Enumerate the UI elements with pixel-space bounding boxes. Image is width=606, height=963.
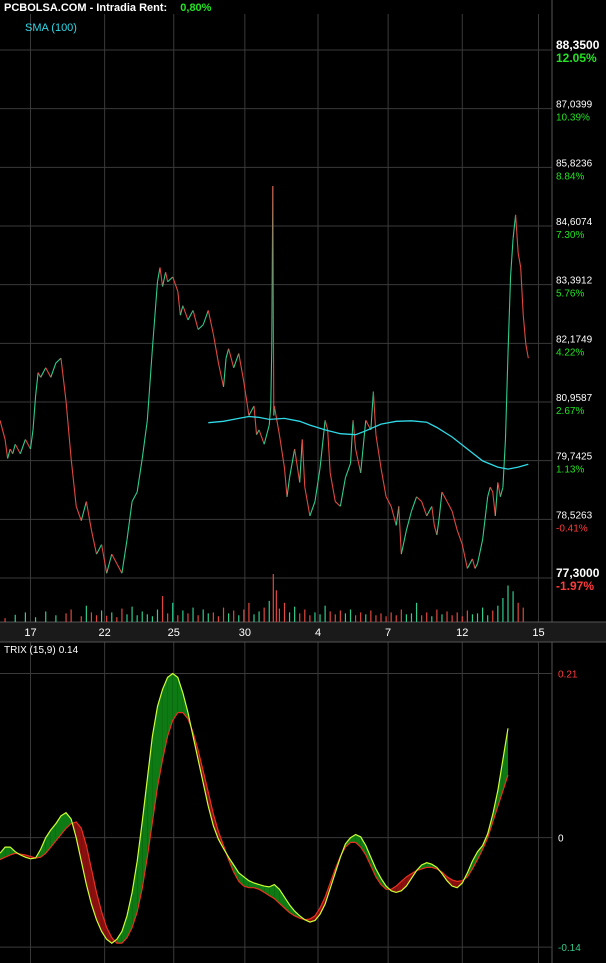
x-tick-label: 30 xyxy=(239,627,251,639)
percent-axis-label: 8.84% xyxy=(556,171,584,182)
percent-axis-label: 5.76% xyxy=(556,289,584,300)
chart-background xyxy=(0,0,606,963)
x-tick-label: 17 xyxy=(24,627,36,639)
sma-legend: SMA (100) xyxy=(25,22,77,34)
mode-label: Intradia xyxy=(96,2,137,14)
percent-axis-label: -1.97% xyxy=(556,579,594,593)
price-axis-label: 85,8236 xyxy=(556,158,593,169)
trix-name: TRIX (15,9) xyxy=(4,645,56,656)
percent-axis-label: 4.22% xyxy=(556,347,584,358)
x-tick-label: 15 xyxy=(532,627,544,639)
trix-axis-label: 0.21 xyxy=(558,670,578,681)
rent-label: Rent: xyxy=(139,2,168,14)
trix-legend: TRIX (15,9) 0.14 xyxy=(4,645,78,656)
price-axis-label: 78,5263 xyxy=(556,510,593,521)
chart-canvas: 17 22 25 30 4 7 12 15 88,350012.05% 87,0399 10.39%… xyxy=(0,0,606,963)
price-axis-label: 77,3000 xyxy=(556,566,600,580)
percent-axis-label: -0.41% xyxy=(556,523,588,534)
site-name: PCBOLSA.COM xyxy=(4,2,87,14)
percent-axis-label: 10.39% xyxy=(556,113,590,124)
x-tick-label: 25 xyxy=(168,627,180,639)
price-axis-label: 83,3912 xyxy=(556,276,593,287)
price-axis-label: 87,0399 xyxy=(556,100,593,111)
trix-axis-label: -0.14 xyxy=(558,943,581,954)
header-separator: - xyxy=(89,2,94,14)
trix-value: 0.14 xyxy=(58,645,79,656)
x-axis-band xyxy=(0,622,606,642)
percent-axis-label: 2.67% xyxy=(556,406,584,417)
price-axis-label: 82,1749 xyxy=(556,334,593,345)
x-tick-label: 22 xyxy=(99,627,111,639)
x-tick-label: 12 xyxy=(456,627,468,639)
percent-axis-label: 7.30% xyxy=(556,230,584,241)
percent-axis-label: 1.13% xyxy=(556,465,584,476)
chart-container: 17 22 25 30 4 7 12 15 88,3500 12.05% 87,0399 10.39%… xyxy=(0,0,606,963)
x-tick-label: 4 xyxy=(315,627,321,639)
price-axis-label: 79,7425 xyxy=(556,452,593,463)
trix-axis-label: 0 xyxy=(558,834,564,845)
price-axis-label: 80,9587 xyxy=(556,393,593,404)
price-axis-label: 84,6074 xyxy=(556,217,593,228)
rent-value: 0,80% xyxy=(180,2,212,14)
x-tick-label: 7 xyxy=(385,627,391,639)
price-axis-label: 88,3500 xyxy=(556,38,600,52)
chart-header: PCBOLSA.COM - Intradia Rent: 0,80% xyxy=(4,2,211,14)
percent-axis-label: 12.05% xyxy=(556,51,597,65)
